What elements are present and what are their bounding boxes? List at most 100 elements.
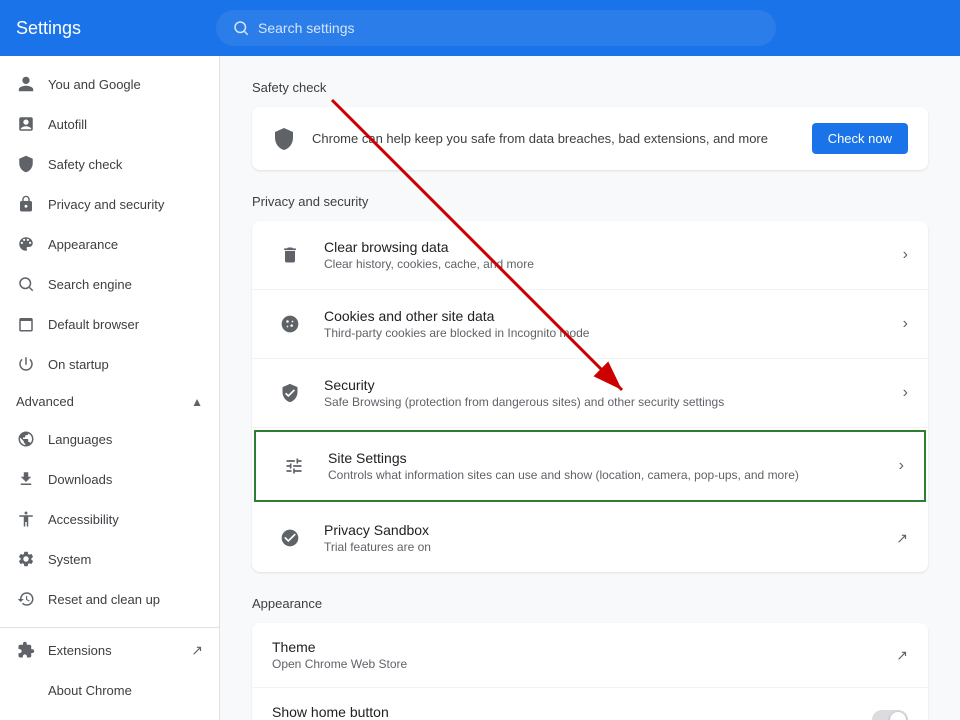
sidebar-item-privacy-security[interactable]: Privacy and security (0, 184, 219, 224)
puzzle-icon (16, 640, 36, 660)
accessibility-icon (16, 509, 36, 529)
sidebar-item-autofill[interactable]: Autofill (0, 104, 219, 144)
chevron-right-icon-3: › (903, 384, 908, 402)
sidebar-item-extensions[interactable]: Extensions ↗ (0, 627, 219, 670)
privacy-sandbox-text: Privacy Sandbox Trial features are on (324, 522, 896, 554)
sidebar-label-privacy: Privacy and security (48, 197, 164, 212)
sidebar-label-extensions: Extensions (48, 643, 179, 658)
check-now-button[interactable]: Check now (812, 123, 908, 154)
search-input[interactable] (258, 20, 760, 36)
sidebar: You and Google Autofill Safety check Pri… (0, 56, 220, 720)
safety-shield-icon (272, 127, 296, 151)
site-settings-text: Site Settings Controls what information … (328, 450, 899, 482)
sidebar-item-languages[interactable]: Languages (0, 419, 219, 459)
site-settings-item[interactable]: Site Settings Controls what information … (254, 430, 926, 502)
gear-icon (16, 549, 36, 569)
sidebar-item-accessibility[interactable]: Accessibility (0, 499, 219, 539)
advanced-section-header[interactable]: Advanced ▲ (0, 384, 219, 419)
privacy-sandbox-title: Privacy Sandbox (324, 522, 896, 538)
theme-item[interactable]: Theme Open Chrome Web Store ↗ (252, 623, 928, 688)
chrome-icon (16, 680, 36, 700)
clear-browsing-title: Clear browsing data (324, 239, 903, 255)
sidebar-label-autofill: Autofill (48, 117, 87, 132)
person-icon (16, 74, 36, 94)
power-icon (16, 354, 36, 374)
show-home-button-item[interactable]: Show home button Disabled (252, 688, 928, 720)
palette-icon (16, 234, 36, 254)
safety-check-description: Chrome can help keep you safe from data … (312, 131, 768, 146)
safety-check-section-title: Safety check (252, 80, 928, 95)
sidebar-label-you-and-google: You and Google (48, 77, 141, 92)
search-bar[interactable] (216, 10, 776, 46)
privacy-security-section-title: Privacy and security (252, 194, 928, 209)
site-settings-desc: Controls what information sites can use … (328, 468, 899, 482)
appearance-section-title: Appearance (252, 596, 928, 611)
privacy-sandbox-item[interactable]: Privacy Sandbox Trial features are on ↗ (252, 504, 928, 572)
chevron-up-icon: ▲ (191, 395, 203, 409)
sidebar-item-on-startup[interactable]: On startup (0, 344, 219, 384)
chevron-right-icon-2: › (903, 315, 908, 333)
sidebar-item-reset-cleanup[interactable]: Reset and clean up (0, 579, 219, 619)
clear-browsing-text: Clear browsing data Clear history, cooki… (324, 239, 903, 271)
security-title: Security (324, 377, 903, 393)
autofill-icon (16, 114, 36, 134)
sidebar-label-appearance: Appearance (48, 237, 118, 252)
sidebar-item-you-and-google[interactable]: You and Google (0, 64, 219, 104)
show-home-button-text: Show home button Disabled (272, 704, 872, 720)
shield-check-icon (272, 375, 308, 411)
security-desc: Safe Browsing (protection from dangerous… (324, 395, 903, 409)
sidebar-label-safety-check: Safety check (48, 157, 122, 172)
download-icon (16, 469, 36, 489)
sandbox-icon (272, 520, 308, 556)
browser-icon (16, 314, 36, 334)
sidebar-label-languages: Languages (48, 432, 112, 447)
privacy-sandbox-desc: Trial features are on (324, 540, 896, 554)
shield-icon (16, 154, 36, 174)
sidebar-label-about-chrome: About Chrome (48, 683, 132, 698)
history-icon (16, 589, 36, 609)
advanced-label: Advanced (16, 394, 74, 409)
external-link-icon-2: ↗ (896, 530, 908, 547)
sidebar-label-reset-cleanup: Reset and clean up (48, 592, 160, 607)
theme-desc: Open Chrome Web Store (272, 657, 896, 671)
sidebar-label-downloads: Downloads (48, 472, 112, 487)
trash-icon (272, 237, 308, 273)
header: Settings (0, 0, 960, 56)
sidebar-item-safety-check[interactable]: Safety check (0, 144, 219, 184)
cookies-item[interactable]: Cookies and other site data Third-party … (252, 290, 928, 359)
sidebar-item-about-chrome[interactable]: About Chrome (0, 670, 219, 710)
main-content: Safety check Chrome can help keep you sa… (220, 56, 960, 720)
settings-title: Settings (16, 18, 216, 39)
chevron-right-icon-4: › (899, 457, 904, 475)
search-icon (232, 19, 250, 37)
chevron-right-icon: › (903, 246, 908, 264)
external-link-icon: ↗ (191, 642, 203, 659)
clear-browsing-item[interactable]: Clear browsing data Clear history, cooki… (252, 221, 928, 290)
appearance-card: Theme Open Chrome Web Store ↗ Show home … (252, 623, 928, 720)
cookies-title: Cookies and other site data (324, 308, 903, 324)
search-engine-icon (16, 274, 36, 294)
cookies-desc: Third-party cookies are blocked in Incog… (324, 326, 903, 340)
lock-icon (16, 194, 36, 214)
sidebar-label-default-browser: Default browser (48, 317, 139, 332)
site-settings-title: Site Settings (328, 450, 899, 466)
theme-text: Theme Open Chrome Web Store (272, 639, 896, 671)
sidebar-item-default-browser[interactable]: Default browser (0, 304, 219, 344)
sidebar-item-downloads[interactable]: Downloads (0, 459, 219, 499)
cookies-text: Cookies and other site data Third-party … (324, 308, 903, 340)
cookie-icon (272, 306, 308, 342)
sidebar-item-system[interactable]: System (0, 539, 219, 579)
security-item[interactable]: Security Safe Browsing (protection from … (252, 359, 928, 428)
sidebar-item-appearance[interactable]: Appearance (0, 224, 219, 264)
sidebar-label-system: System (48, 552, 91, 567)
security-text: Security Safe Browsing (protection from … (324, 377, 903, 409)
sidebar-label-on-startup: On startup (48, 357, 109, 372)
sidebar-label-search-engine: Search engine (48, 277, 132, 292)
privacy-security-card: Clear browsing data Clear history, cooki… (252, 221, 928, 572)
show-home-button-toggle[interactable] (872, 710, 908, 720)
globe-icon (16, 429, 36, 449)
theme-title: Theme (272, 639, 896, 655)
external-link-icon-3: ↗ (896, 647, 908, 664)
clear-browsing-desc: Clear history, cookies, cache, and more (324, 257, 903, 271)
sidebar-item-search-engine[interactable]: Search engine (0, 264, 219, 304)
